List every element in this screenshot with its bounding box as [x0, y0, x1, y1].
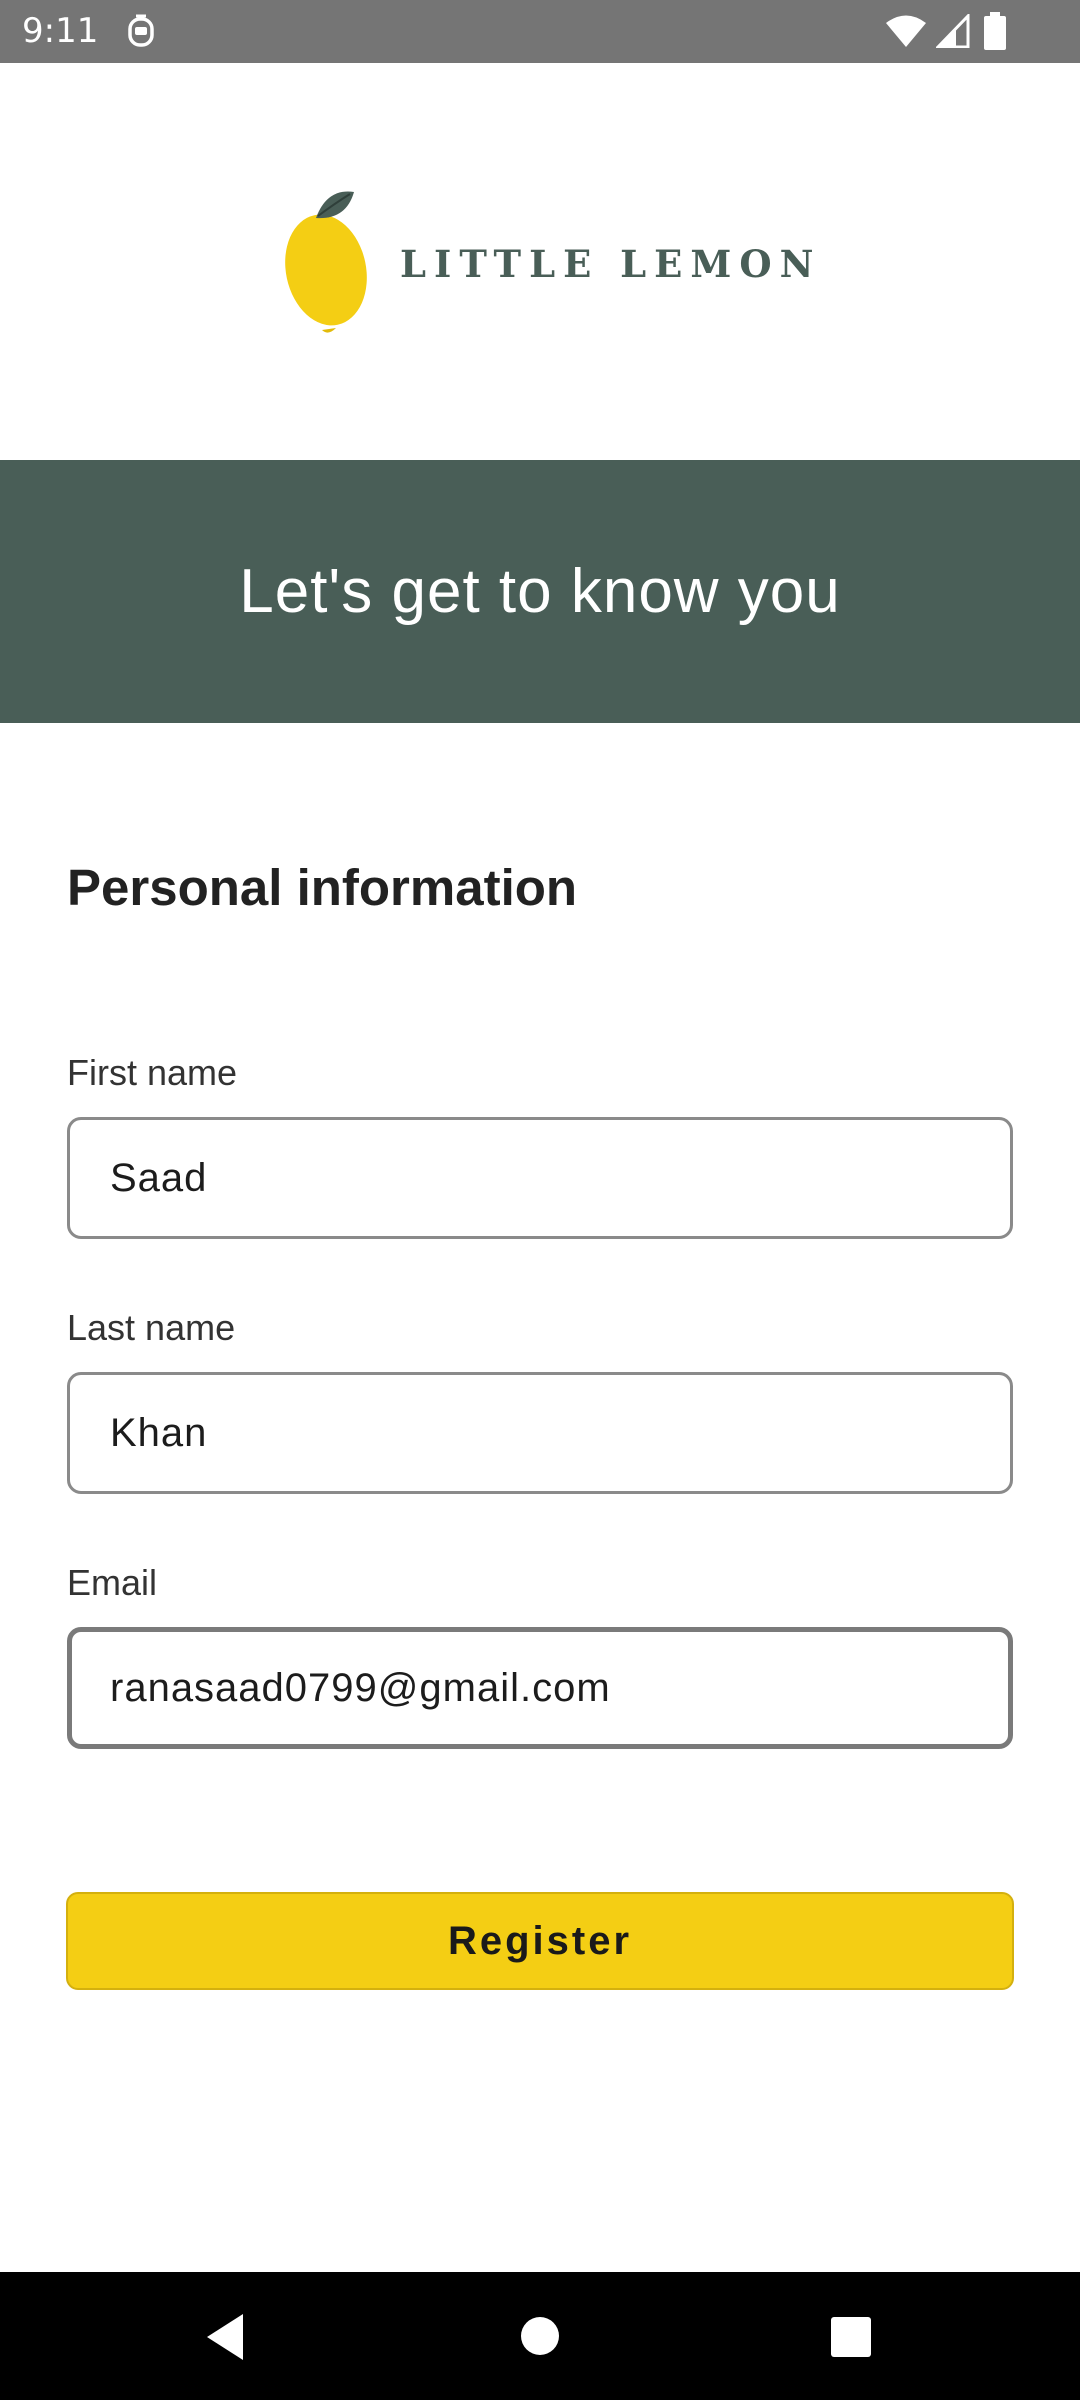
section-title: Personal information: [67, 859, 578, 916]
app-logo: LITTLE LEMON: [282, 190, 813, 340]
status-bar: 9:11: [0, 0, 1080, 63]
last-name-label: Last name: [67, 1307, 236, 1348]
hero-title: Let's get to know you: [239, 557, 841, 626]
last-name-value: Khan: [110, 1410, 208, 1455]
register-button[interactable]: Register: [66, 1892, 1014, 1990]
hero-banner: Let's get to know you: [0, 460, 1080, 723]
email-value: ranasaad0799@gmail.com: [110, 1665, 611, 1710]
first-name-label: First name: [67, 1052, 238, 1093]
battery-icon: [984, 12, 1006, 50]
home-icon[interactable]: [520, 2316, 560, 2356]
signal-icon: [936, 14, 970, 48]
notification-icon: [128, 14, 154, 47]
recents-icon[interactable]: [830, 2316, 872, 2358]
onboarding-screen: 9:11 LITTLE LEMON Let's get to know you …: [0, 0, 1080, 2400]
first-name-value: Saad: [110, 1155, 208, 1200]
status-time: 9:11: [22, 11, 99, 51]
logo-text: LITTLE LEMON: [400, 242, 822, 286]
register-label: Register: [447, 1918, 633, 1963]
email-field[interactable]: ranasaad0799@gmail.com: [67, 1627, 1013, 1749]
last-name-field[interactable]: Khan: [67, 1372, 1013, 1494]
navigation-bar: [0, 2272, 1080, 2400]
lemon-icon: [285, 191, 367, 333]
wifi-icon: [886, 15, 926, 47]
back-icon[interactable]: [203, 2312, 247, 2362]
first-name-field[interactable]: Saad: [67, 1117, 1013, 1239]
email-label: Email: [67, 1562, 158, 1603]
